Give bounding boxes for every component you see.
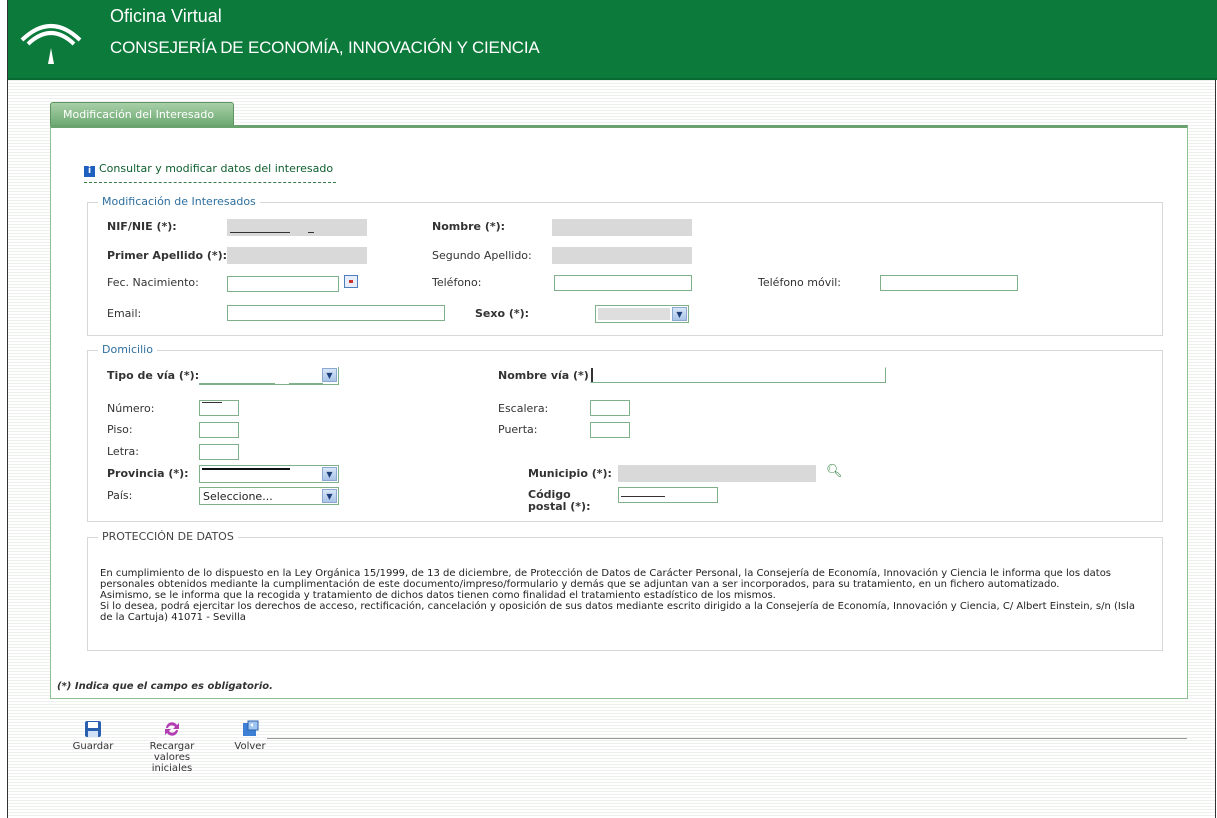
junta-andalucia-logo [20, 24, 82, 64]
interesados-fieldset: Modificación de Interesados NIF/NIE (*):… [87, 195, 1163, 336]
sexo-value-redacted [598, 308, 670, 320]
interesados-legend: Modificación de Interesados [98, 195, 260, 208]
required-note: (*) Indica que el campo es obligatorio. [57, 681, 273, 692]
toolbar-divider [267, 738, 1187, 739]
segundo-apellido-label: Segundo Apellido: [432, 249, 532, 262]
domicilio-fieldset: Domicilio Tipo de vía (*): ▼ Nombre vía … [87, 343, 1163, 522]
save-button-label: Guardar [72, 741, 114, 752]
primer-apellido-field[interactable] [227, 247, 367, 264]
piso-label: Piso: [107, 423, 133, 436]
codigo-postal-label: Código postal (*): [528, 488, 591, 513]
email-label: Email: [107, 307, 142, 320]
proteccion-p2: Asimismo, se le informa que la recogida … [100, 590, 776, 601]
tipo-via-label: Tipo de vía (*): [107, 369, 200, 382]
segundo-apellido-field[interactable] [552, 247, 692, 264]
magnifier-icon[interactable]: 🔍︎ [826, 464, 843, 479]
main-panel: i Consultar y modificar datos del interes… [50, 125, 1188, 699]
tipo-via-select[interactable]: ▼ [199, 367, 339, 385]
telefono-movil-label: Teléfono móvil: [758, 276, 842, 289]
floppy-disk-icon [85, 721, 101, 737]
chevron-down-icon: ▼ [322, 467, 337, 481]
nombre-field[interactable] [552, 219, 692, 236]
proteccion-legend: PROTECCIÓN DE DATOS [98, 530, 238, 543]
pais-select[interactable]: Seleccione... ▼ [199, 487, 339, 505]
numero-label: Número: [107, 402, 155, 415]
proteccion-p3: Si lo desea, podrá ejercitar los derecho… [100, 601, 1135, 623]
puerta-label: Puerta: [498, 423, 538, 436]
provincia-select[interactable]: ▼ [199, 465, 339, 483]
page-frame: Oficina Virtual CONSEJERÍA DE ECONOMÍA, … [7, 0, 1217, 818]
back-button[interactable]: Volver [228, 720, 272, 752]
back-icon [243, 720, 259, 736]
codigo-postal-field[interactable] [618, 487, 718, 503]
sexo-select[interactable]: ▼ [595, 305, 689, 323]
nombre-via-field[interactable] [590, 367, 886, 383]
fec-nacimiento-label: Fec. Nacimiento: [107, 276, 199, 289]
telefono-label: Teléfono: [432, 276, 482, 289]
provincia-label: Provincia (*): [107, 467, 189, 480]
sexo-label: Sexo (*): [475, 307, 530, 320]
telefono-field[interactable] [554, 275, 692, 291]
reload-button-label: Recargar valores iniciales [149, 741, 195, 774]
email-field[interactable] [227, 305, 445, 321]
proteccion-fieldset: PROTECCIÓN DE DATOS En cumplimiento de l… [87, 530, 1163, 651]
reload-button[interactable]: Recargar valores iniciales [144, 720, 200, 774]
pais-label: País: [107, 489, 133, 502]
chevron-down-icon: ▼ [672, 307, 687, 321]
piso-field[interactable] [199, 422, 239, 438]
tab-modificacion-interesado[interactable]: Modificación del Interesado [50, 102, 234, 125]
app-title: Oficina Virtual [110, 6, 222, 26]
info-icon: i [84, 166, 95, 177]
nif-field[interactable] [227, 219, 367, 236]
app-header: Oficina Virtual CONSEJERÍA DE ECONOMÍA, … [8, 0, 1217, 80]
calendar-icon[interactable] [344, 275, 358, 288]
chevron-down-icon: ▼ [322, 489, 337, 503]
nombre-via-label: Nombre vía (*): [498, 369, 594, 382]
nombre-label: Nombre (*): [432, 220, 506, 233]
pais-select-value: Seleccione... [203, 490, 273, 503]
nif-label: NIF/NIE (*): [107, 220, 177, 233]
back-button-label: Volver [234, 741, 266, 752]
app-subtitle: CONSEJERÍA DE ECONOMÍA, INNOVACIÓN Y CIE… [110, 38, 540, 57]
numero-field[interactable] [199, 400, 239, 416]
consultar-link[interactable]: i Consultar y modificar datos del interes… [84, 162, 336, 183]
chevron-down-icon: ▼ [322, 368, 337, 382]
letra-field[interactable] [199, 444, 239, 460]
proteccion-p1: En cumplimiento de lo dispuesto en la Le… [100, 568, 1112, 590]
consultar-link-label: Consultar y modificar datos del interesa… [99, 162, 334, 175]
domicilio-legend: Domicilio [98, 343, 157, 356]
proteccion-text: En cumplimiento de lo dispuesto en la Le… [100, 568, 1150, 623]
escalera-label: Escalera: [498, 402, 549, 415]
municipio-label: Municipio (*): [528, 467, 612, 480]
municipio-field[interactable] [618, 465, 816, 482]
puerta-field[interactable] [590, 422, 630, 438]
reload-icon [165, 722, 179, 736]
fec-nacimiento-field[interactable] [227, 276, 339, 292]
telefono-movil-field[interactable] [880, 275, 1018, 291]
primer-apellido-label: Primer Apellido (*): [107, 249, 228, 262]
save-button[interactable]: Guardar [68, 720, 118, 752]
letra-label: Letra: [107, 445, 139, 458]
escalera-field[interactable] [590, 400, 630, 416]
